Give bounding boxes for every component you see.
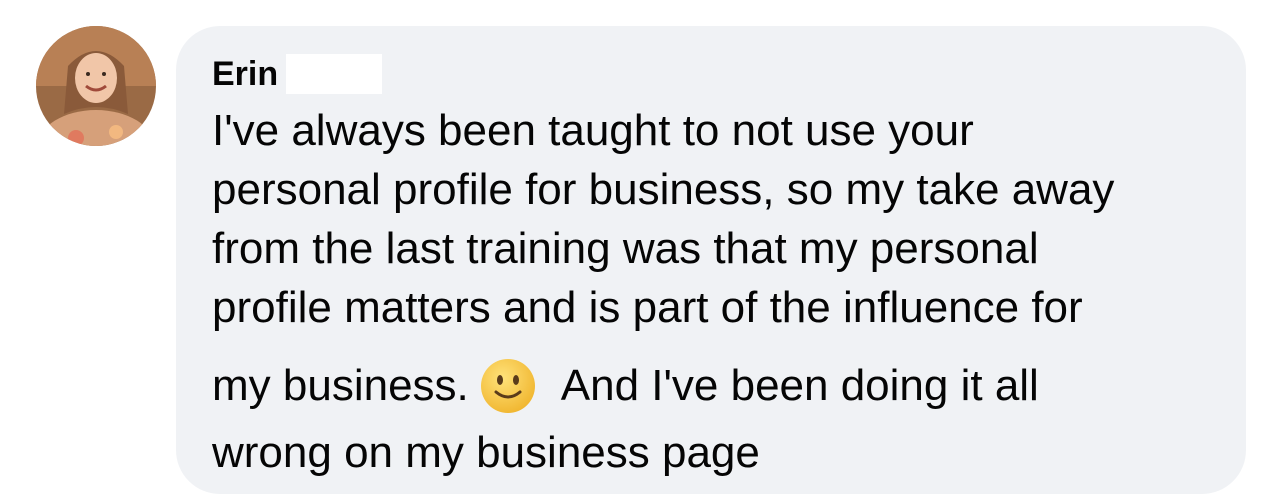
comment-text: I've always been taught to not use your … (212, 106, 1115, 332)
author-name[interactable]: Erin (212, 52, 278, 96)
comment-text-line: wrong on my business page (212, 422, 760, 484)
comment-text-line: my business. And I've been doing it all (212, 355, 1039, 417)
avatar-photo-icon (36, 26, 156, 146)
comment-container: Erin I've always been taught to not use … (0, 0, 1284, 501)
redaction-box (286, 54, 383, 94)
comment-text-segment: wrong on my business page (212, 428, 760, 477)
comment-header: Erin (212, 52, 383, 96)
slightly-smiling-face-icon (479, 357, 537, 415)
comment-text-segment: And I've been doing it all (560, 361, 1039, 410)
avatar[interactable] (36, 26, 156, 146)
comment-text-segment: my business. (212, 361, 469, 410)
